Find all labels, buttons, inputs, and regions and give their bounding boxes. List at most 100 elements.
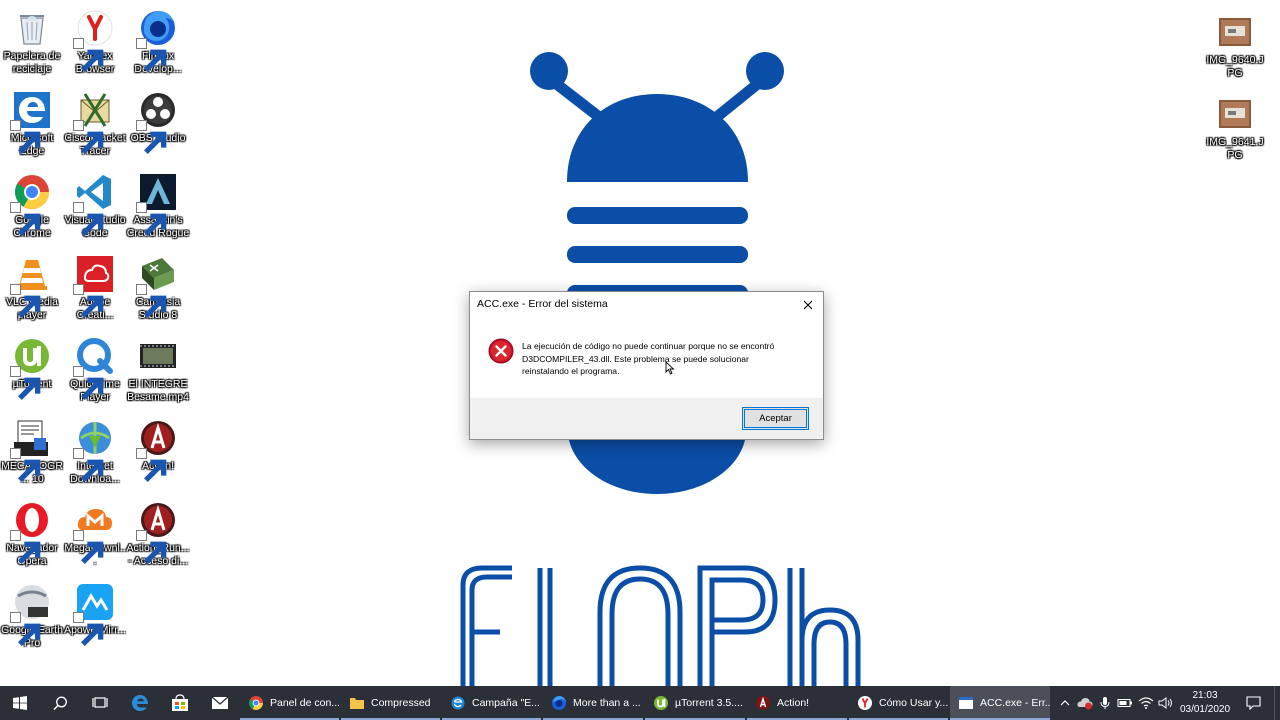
volume-tray[interactable] bbox=[1156, 686, 1176, 720]
taskbar-app-button[interactable]: µTorrent 3.5.... bbox=[645, 686, 745, 720]
tray-app[interactable] bbox=[1075, 686, 1095, 720]
desktop-icon-mecano[interactable]: MECANOGR... 10 bbox=[0, 418, 64, 496]
shortcut-arrow-icon bbox=[136, 202, 167, 236]
dialog-body: La ejecución de código no puede continua… bbox=[470, 318, 823, 400]
pinned-edge[interactable] bbox=[120, 686, 160, 720]
desktop-icon-img-9641[interactable]: IMG_9641.JPG bbox=[1203, 94, 1267, 172]
yandex-icon bbox=[73, 8, 115, 72]
chevron-up-icon bbox=[1060, 700, 1070, 706]
shortcut-arrow-icon bbox=[73, 120, 104, 154]
store-icon bbox=[172, 694, 188, 711]
show-hidden-icons-button[interactable] bbox=[1057, 686, 1073, 720]
desktop-icon-action_run[interactable]: Action_Run... - Acceso di... bbox=[126, 500, 190, 578]
desktop-icon-apower[interactable]: ApowerMirr... bbox=[63, 582, 127, 660]
adobe-cc-icon bbox=[73, 254, 115, 318]
taskbar-app-label: ACC.exe - Err... bbox=[980, 697, 1050, 709]
obs-icon bbox=[136, 90, 178, 154]
vscode-icon bbox=[73, 172, 115, 236]
task-view-button[interactable] bbox=[80, 686, 120, 720]
ok-button[interactable]: Aceptar bbox=[742, 407, 809, 430]
chrome-icon bbox=[10, 172, 52, 236]
battery-tray[interactable] bbox=[1115, 686, 1135, 720]
taskbar: Panel de con... Compressed Campaña "E... Mo… bbox=[0, 686, 1280, 720]
image-file-icon bbox=[1215, 12, 1255, 52]
start-button[interactable] bbox=[0, 686, 40, 720]
desktop-icon-recycle[interactable]: Papelera de reciclaje bbox=[0, 8, 64, 86]
taskbar-app-button[interactable]: Cómo Usar y... bbox=[849, 686, 948, 720]
desktop-icon-quicktime[interactable]: QuickTime Player bbox=[63, 336, 127, 414]
pinned-store[interactable] bbox=[160, 686, 200, 720]
taskbar-clock[interactable]: 21:03 03/01/2020 bbox=[1175, 689, 1235, 717]
desktop-icon-camtasia[interactable]: Camtasia Studio 8 bbox=[126, 254, 190, 332]
notifications-button[interactable] bbox=[1240, 686, 1266, 720]
utorrent-icon bbox=[653, 695, 669, 711]
vlc-icon bbox=[10, 254, 52, 318]
taskbar-app-label: Panel de con... bbox=[270, 697, 339, 709]
desktop-icon-cisco[interactable]: Cisco Packet Tracer bbox=[63, 90, 127, 168]
video-file-icon bbox=[138, 336, 178, 376]
taskbar-app-button[interactable]: More than a ... bbox=[543, 686, 643, 720]
folder-icon bbox=[349, 695, 365, 711]
desktop-icon-opera[interactable]: Navegador Opera bbox=[0, 500, 64, 578]
desktop-icon-utorrent[interactable]: µTorrent bbox=[0, 336, 64, 414]
desktop-icon-earth[interactable]: Google Earth Pro bbox=[0, 582, 64, 660]
desktop-icon-label: Papelera de reciclaje bbox=[3, 50, 61, 75]
shortcut-arrow-icon bbox=[73, 530, 104, 564]
clock-time: 21:03 bbox=[1192, 690, 1218, 701]
wifi-tray[interactable] bbox=[1136, 686, 1156, 720]
shortcut-arrow-icon bbox=[10, 530, 41, 564]
desktop-icon-vlc[interactable]: VLC media player bbox=[0, 254, 64, 332]
assassins-creed-icon bbox=[136, 172, 178, 236]
shortcut-arrow-icon bbox=[136, 530, 167, 564]
desktop-icon-edge[interactable]: Microsoft Edge bbox=[0, 90, 64, 168]
recycle-bin-icon bbox=[12, 8, 52, 48]
search-button[interactable] bbox=[40, 686, 80, 720]
opera-icon bbox=[10, 500, 52, 564]
pinned-mail[interactable] bbox=[200, 686, 240, 720]
desktop-icon-yandex[interactable]: Yandex Browser bbox=[63, 8, 127, 86]
shortcut-arrow-icon bbox=[136, 448, 167, 482]
image-file-icon bbox=[1215, 94, 1255, 134]
desktop-icon-chrome[interactable]: Google Chrome bbox=[0, 172, 64, 250]
desktop-icon-action[interactable]: Action! bbox=[126, 418, 190, 496]
desktop-icon-img-9640[interactable]: IMG_9640.JPG bbox=[1203, 12, 1267, 90]
task-view-icon bbox=[92, 697, 108, 708]
window-icon bbox=[958, 695, 974, 711]
shortcut-arrow-icon bbox=[73, 202, 104, 236]
desktop-icon-mega[interactable]: MegaDownl... bbox=[63, 500, 127, 578]
desktop-icon-label: IMG_9640.JPG bbox=[1206, 54, 1264, 79]
camtasia-icon bbox=[136, 254, 178, 318]
shortcut-arrow-icon bbox=[10, 202, 41, 236]
dialog-titlebar[interactable]: ACC.exe - Error del sistema bbox=[470, 292, 823, 318]
desktop-icon-assassins[interactable]: Assassin's Creed Rogue bbox=[126, 172, 190, 250]
dialog-message-line: La ejecución de código no puede continua… bbox=[522, 341, 775, 351]
desktop-icon-obs[interactable]: OBS Studio bbox=[126, 90, 190, 168]
windows-logo-icon bbox=[13, 696, 27, 710]
chrome-icon bbox=[248, 695, 264, 711]
taskbar-app-label: Campaña "E... bbox=[472, 697, 540, 709]
shortcut-arrow-icon bbox=[73, 284, 104, 318]
taskbar-app-label: Compressed bbox=[371, 697, 431, 709]
desktop-icon-video[interactable]: El INTEGRE Besame.mp4 bbox=[126, 336, 190, 414]
taskbar-app-button[interactable]: Action! bbox=[747, 686, 847, 720]
shortcut-arrow-icon bbox=[73, 448, 104, 482]
firefox-icon bbox=[136, 8, 178, 72]
action-icon bbox=[755, 695, 771, 711]
shortcut-arrow-icon bbox=[73, 38, 104, 72]
desktop-icon-idm[interactable]: Internet Downloa... bbox=[63, 418, 127, 496]
clock-date: 03/01/2020 bbox=[1179, 704, 1231, 715]
firefox-icon bbox=[551, 695, 567, 711]
desktop-icon-firefox[interactable]: Firefox Develop... bbox=[126, 8, 190, 86]
utorrent-icon bbox=[10, 336, 52, 400]
edge-icon bbox=[10, 90, 52, 154]
taskbar-app-button[interactable]: Campaña "E... bbox=[442, 686, 541, 720]
taskbar-app-button[interactable]: Compressed bbox=[341, 686, 440, 720]
desktop-icon-vscode[interactable]: Visual Studio Code bbox=[63, 172, 127, 250]
desktop-icon-adobe[interactable]: Adobe Creati... bbox=[63, 254, 127, 332]
taskbar-app-button[interactable]: ACC.exe - Err... bbox=[950, 686, 1050, 720]
taskbar-app-button[interactable]: Panel de con... bbox=[240, 686, 339, 720]
mouse-cursor-icon bbox=[665, 361, 675, 375]
show-desktop-button[interactable] bbox=[1274, 686, 1280, 720]
microphone-tray[interactable] bbox=[1096, 686, 1114, 720]
close-icon[interactable] bbox=[793, 292, 823, 318]
